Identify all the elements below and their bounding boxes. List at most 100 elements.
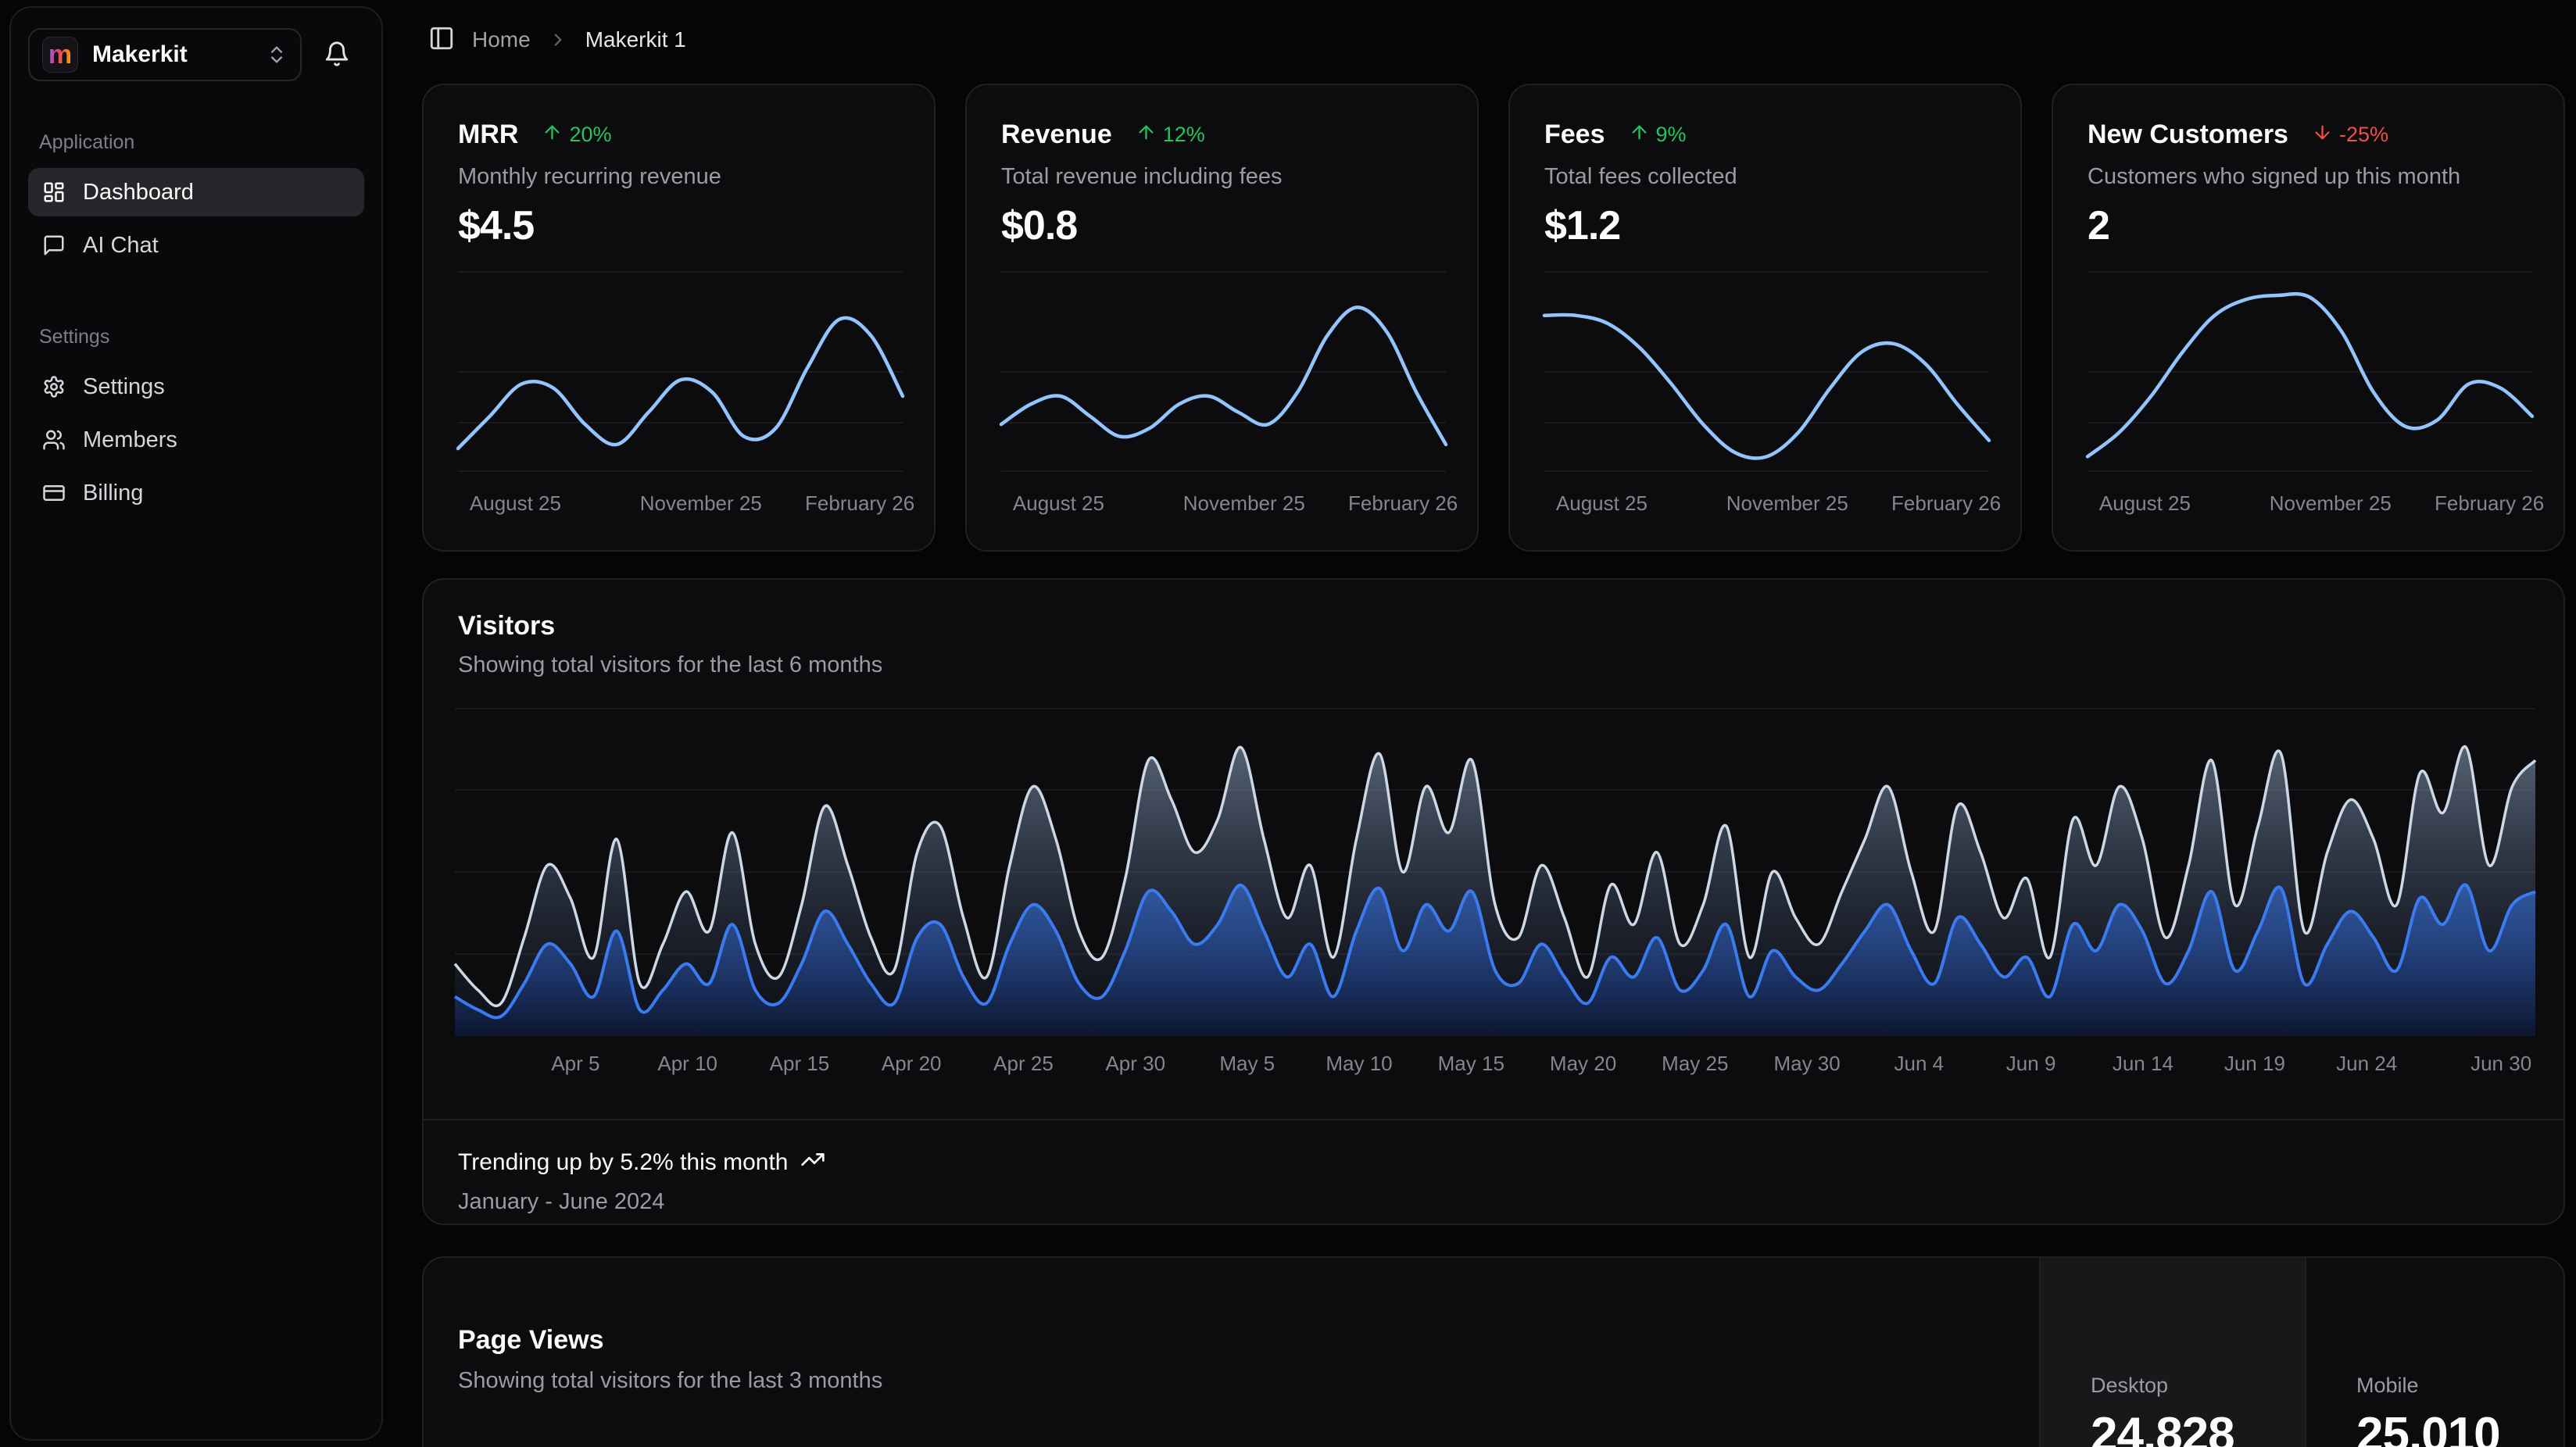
stat-card-mrr: MRR 20% Monthly recurring revenue $4.5 A…	[422, 84, 936, 552]
stat-title: Revenue	[1001, 120, 1112, 150]
x-tick: May 20	[1550, 1052, 1616, 1076]
sidebar-item-label: Dashboard	[83, 180, 194, 205]
toggle-label: Desktop	[2091, 1374, 2305, 1398]
stat-value: $4.5	[458, 202, 900, 249]
x-tick: Apr 30	[1105, 1052, 1165, 1076]
sidebar-toggle-button[interactable]	[428, 25, 455, 54]
x-axis-ticks: August 25November 25February 26	[458, 491, 900, 520]
page-views-toggle-mobile[interactable]: Mobile 25,010	[2305, 1258, 2563, 1447]
stat-description: Monthly recurring revenue	[458, 164, 900, 190]
sidebar-item-label: Members	[83, 427, 177, 453]
x-tick: May 5	[1219, 1052, 1275, 1076]
layout-dashboard-icon	[42, 180, 66, 204]
makerkit-logo-icon: m	[42, 37, 78, 73]
x-tick: November 25	[1726, 491, 1848, 516]
stat-title: MRR	[458, 120, 518, 150]
x-tick: August 25	[470, 491, 561, 516]
sidebar-item-billing[interactable]: Billing	[28, 469, 364, 517]
gear-icon	[42, 375, 66, 398]
visitors-subtitle: Showing total visitors for the last 6 mo…	[424, 641, 2563, 678]
sparkline-chart	[2088, 271, 2529, 473]
x-axis-ticks: August 25November 25February 26	[1001, 491, 1443, 520]
stat-description: Total fees collected	[1544, 164, 1986, 190]
stat-card-revenue: Revenue 12% Total revenue including fees…	[965, 84, 1479, 552]
notifications-button[interactable]	[309, 28, 364, 81]
stat-card-fees: Fees 9% Total fees collected $1.2 August…	[1508, 84, 2022, 552]
visitors-title: Visitors	[424, 580, 2563, 641]
x-tick: November 25	[640, 491, 762, 516]
x-tick: February 26	[1348, 491, 1458, 516]
sidebar-item-ai-chat[interactable]: AI Chat	[28, 221, 364, 270]
sidebar-header: m Makerkit	[28, 28, 364, 81]
x-tick: August 25	[1013, 491, 1104, 516]
chevrons-up-down-icon	[266, 44, 288, 66]
stat-description: Total revenue including fees	[1001, 164, 1443, 190]
panel-left-icon	[428, 25, 455, 54]
trend-badge: 12%	[1136, 122, 1205, 148]
x-tick: February 26	[1891, 491, 2001, 516]
breadcrumb: Home Makerkit 1	[428, 25, 686, 54]
trend-badge: 20%	[542, 122, 611, 148]
sparkline-chart	[1544, 271, 1986, 473]
stat-card-new-customers: New Customers -25% Customers who signed …	[2052, 84, 2565, 552]
sparkline-chart	[458, 271, 900, 473]
x-tick: May 10	[1326, 1052, 1392, 1076]
x-tick: February 26	[805, 491, 914, 516]
sidebar-item-label: AI Chat	[83, 233, 159, 259]
chevron-right-icon	[548, 30, 568, 50]
trend-badge: -25%	[2312, 122, 2388, 148]
dashboard-app: m Makerkit Application Dashboard	[0, 0, 2576, 1447]
arrow-up-icon	[1136, 122, 1157, 148]
workspace-selector[interactable]: m Makerkit	[28, 28, 302, 81]
breadcrumb-home-link[interactable]: Home	[472, 27, 531, 52]
sidebar-item-label: Billing	[83, 481, 143, 506]
sidebar-item-label: Settings	[83, 374, 165, 400]
arrow-down-icon	[2312, 122, 2333, 148]
message-square-icon	[42, 234, 66, 257]
visitors-area-chart	[455, 708, 2532, 1036]
visitors-period: January - June 2024	[458, 1189, 2529, 1215]
x-tick: February 26	[2435, 491, 2544, 516]
arrow-up-icon	[1629, 122, 1650, 148]
bell-icon	[324, 41, 350, 70]
trending-up-icon	[800, 1147, 825, 1178]
stat-cards-row: MRR 20% Monthly recurring revenue $4.5 A…	[422, 84, 2565, 552]
stat-value: 2	[2088, 202, 2529, 249]
x-tick: November 25	[2270, 491, 2392, 516]
toggle-value: 24,828	[2091, 1407, 2305, 1447]
stat-title: Fees	[1544, 120, 1605, 150]
toggle-value: 25,010	[2356, 1407, 2563, 1447]
nav-section-label-application: Application	[39, 131, 364, 154]
toggle-label: Mobile	[2356, 1374, 2563, 1398]
visitors-footer: Trending up by 5.2% this month January -…	[424, 1119, 2563, 1224]
stat-description: Customers who signed up this month	[2088, 164, 2529, 190]
sidebar-item-dashboard[interactable]: Dashboard	[28, 168, 364, 216]
x-tick: Jun 19	[2224, 1052, 2285, 1076]
x-tick: Apr 15	[770, 1052, 830, 1076]
x-tick: May 15	[1438, 1052, 1504, 1076]
page-views-toggle-desktop[interactable]: Desktop 24,828	[2039, 1258, 2305, 1447]
x-tick: Apr 10	[657, 1052, 717, 1076]
x-tick: Jun 24	[2336, 1052, 2397, 1076]
sidebar: m Makerkit Application Dashboard	[9, 6, 383, 1441]
visitors-trend-text: Trending up by 5.2% this month	[458, 1149, 788, 1176]
nav-section-label-settings: Settings	[39, 326, 364, 348]
x-tick: Jun 9	[2006, 1052, 2056, 1076]
x-axis-ticks: August 25November 25February 26	[2088, 491, 2529, 520]
x-tick: Apr 25	[993, 1052, 1054, 1076]
trend-badge: 9%	[1629, 122, 1687, 148]
sidebar-item-members[interactable]: Members	[28, 416, 364, 464]
stat-title: New Customers	[2088, 120, 2288, 150]
x-tick: Jun 30	[2470, 1052, 2531, 1076]
credit-card-icon	[42, 481, 66, 505]
sidebar-item-settings[interactable]: Settings	[28, 363, 364, 411]
users-icon	[42, 428, 66, 452]
page-views-card: Page Views Showing total visitors for th…	[422, 1256, 2565, 1447]
visitors-card: Visitors Showing total visitors for the …	[422, 578, 2565, 1225]
stat-value: $1.2	[1544, 202, 1986, 249]
x-tick: November 25	[1183, 491, 1305, 516]
arrow-up-icon	[542, 122, 563, 148]
breadcrumb-current-page: Makerkit 1	[585, 27, 686, 52]
sparkline-chart	[1001, 271, 1443, 473]
x-axis-ticks: Apr 5Apr 10Apr 15Apr 20Apr 25Apr 30May 5…	[455, 1052, 2532, 1078]
